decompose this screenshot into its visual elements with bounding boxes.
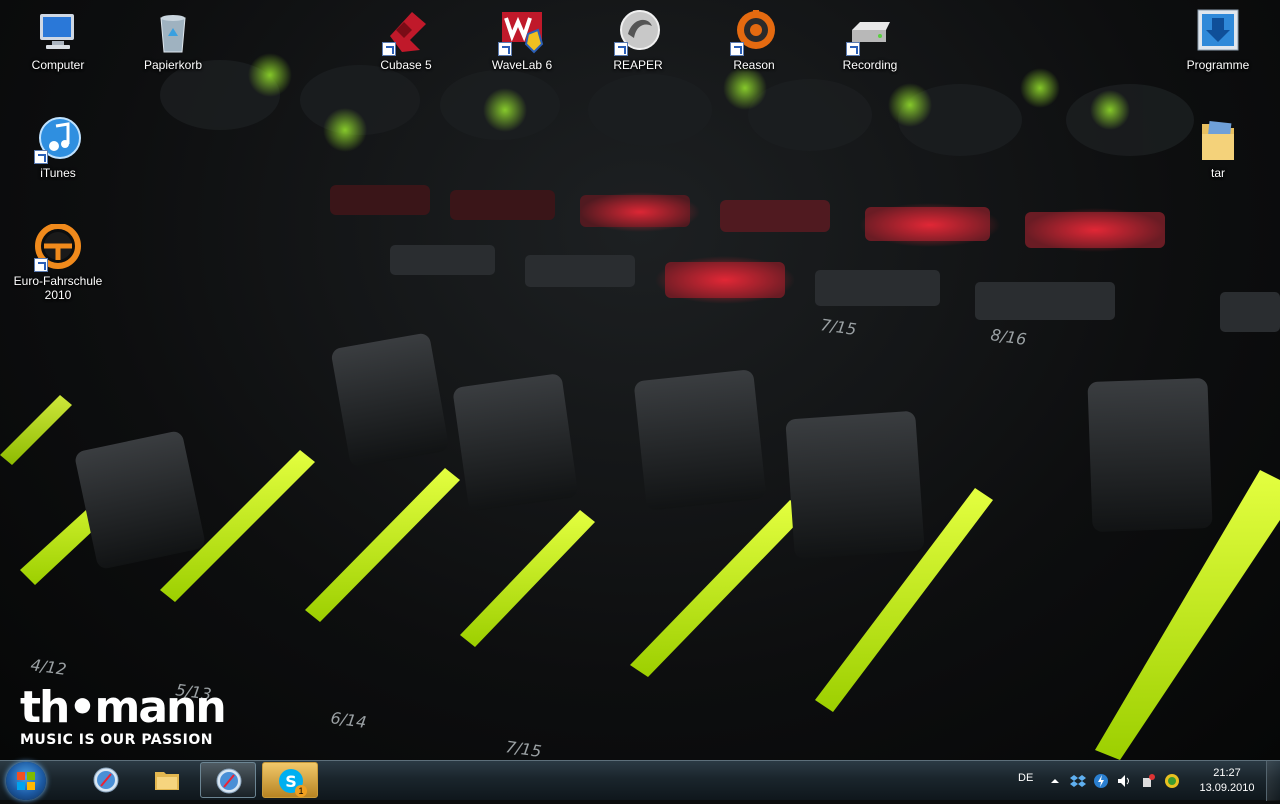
- taskbar-active-skype[interactable]: S 1: [262, 762, 318, 798]
- download-arrow-icon: [1194, 8, 1242, 56]
- start-button[interactable]: [6, 762, 46, 800]
- taskbar-pinned-safari[interactable]: [78, 762, 134, 798]
- desktop-icon-wavelab[interactable]: WaveLab 6: [474, 8, 570, 72]
- desktop-icon-label: Computer: [31, 58, 85, 72]
- clock-date: 13.09.2010: [1199, 782, 1255, 794]
- brand-slogan: MUSIC IS OUR PASSION: [20, 732, 214, 748]
- recycle-bin-icon: [149, 8, 197, 56]
- show-hidden-icons-arrow-icon[interactable]: [1047, 773, 1063, 789]
- desktop-icon-recycle-bin[interactable]: Papierkorb: [125, 8, 221, 72]
- desktop-icon-label: Cubase 5: [380, 58, 432, 72]
- desktop-icon-itunes[interactable]: iTunes: [10, 116, 106, 180]
- taskbar-pinned-explorer[interactable]: [139, 762, 195, 798]
- shortcut-arrow-icon: [614, 42, 628, 56]
- steering-wheel-icon: [34, 223, 82, 272]
- network-icon[interactable]: [1164, 773, 1180, 789]
- desktop-icon-label: iTunes: [40, 166, 76, 180]
- reaper-icon: [614, 8, 662, 56]
- windows-logo-icon: [17, 772, 35, 790]
- safely-remove-hardware-icon[interactable]: [1140, 773, 1156, 789]
- volume-icon[interactable]: [1116, 773, 1132, 789]
- language-indicator[interactable]: DE: [1018, 772, 1033, 784]
- desktop-wallpaper: 4/12 5/13 6/14 7/15 7/15 8/16: [0, 0, 1280, 760]
- desktop-icon-computer[interactable]: Computer: [10, 8, 106, 72]
- show-desktop-button[interactable]: [1266, 761, 1280, 801]
- shortcut-arrow-icon: [730, 42, 744, 56]
- computer-icon: [34, 8, 82, 56]
- desktop-icon-recording[interactable]: Recording: [822, 8, 918, 72]
- notification-badge: 1: [295, 785, 307, 797]
- desktop-icon-reason[interactable]: Reason: [706, 8, 802, 72]
- reason-icon: [730, 8, 778, 56]
- channel-label: 7/15: [819, 315, 857, 339]
- desktop-icon-label: REAPER: [613, 58, 663, 72]
- desktop-icon-cubase[interactable]: Cubase 5: [358, 8, 454, 72]
- channel-label: 8/16: [989, 325, 1027, 349]
- desktop-icon-label: Papierkorb: [143, 58, 203, 72]
- taskbar: S 1 DE 21:27 13.09.2010: [0, 760, 1280, 801]
- shortcut-arrow-icon: [34, 258, 48, 272]
- explorer-folder-icon: [155, 772, 179, 790]
- desktop-icon-label: tar: [1210, 166, 1225, 180]
- desktop-icon-label: Programme: [1186, 58, 1250, 72]
- desktop-icon-label: Reason: [733, 58, 775, 72]
- safari-icon: [216, 768, 242, 794]
- shortcut-arrow-icon: [846, 42, 860, 56]
- dropbox-icon[interactable]: [1070, 773, 1086, 789]
- desktop-icon-label: Recording: [842, 58, 898, 72]
- taskbar-running-safari[interactable]: [200, 762, 256, 798]
- desktop-icon-label: WaveLab 6: [491, 58, 553, 72]
- itunes-icon: [34, 116, 82, 164]
- shortcut-arrow-icon: [382, 42, 396, 56]
- brand-logo-text: th•mann: [20, 682, 227, 733]
- mixing-console-image: 4/12 5/13 6/14 7/15 7/15 8/16: [0, 53, 1280, 760]
- clock-time: 21:27: [1213, 767, 1241, 779]
- folder-icon: [1194, 116, 1242, 164]
- update-icon[interactable]: [1093, 773, 1109, 789]
- shortcut-arrow-icon: [498, 42, 512, 56]
- safari-icon: [93, 767, 119, 793]
- channel-label: 7/15: [504, 737, 542, 760]
- cubase-icon: [382, 8, 430, 56]
- thomann-logo: th•mann MUSIC IS OUR PASSION: [20, 682, 227, 749]
- desktop-icon-reaper[interactable]: REAPER: [590, 8, 686, 72]
- desktop-icon-programme[interactable]: Programme: [1170, 8, 1266, 72]
- drive-icon: [846, 8, 894, 56]
- system-clock[interactable]: 21:27 13.09.2010: [1196, 766, 1258, 796]
- channel-label: 6/14: [329, 708, 367, 732]
- desktop-icon-euro-fahrschule[interactable]: Euro-Fahrschule 2010: [10, 223, 106, 302]
- desktop-icon-tar[interactable]: tar: [1170, 116, 1266, 180]
- shortcut-arrow-icon: [34, 150, 48, 164]
- desktop-icon-label: Euro-Fahrschule 2010: [13, 274, 103, 302]
- channel-label: 4/12: [29, 655, 67, 679]
- wavelab-icon: [498, 8, 546, 56]
